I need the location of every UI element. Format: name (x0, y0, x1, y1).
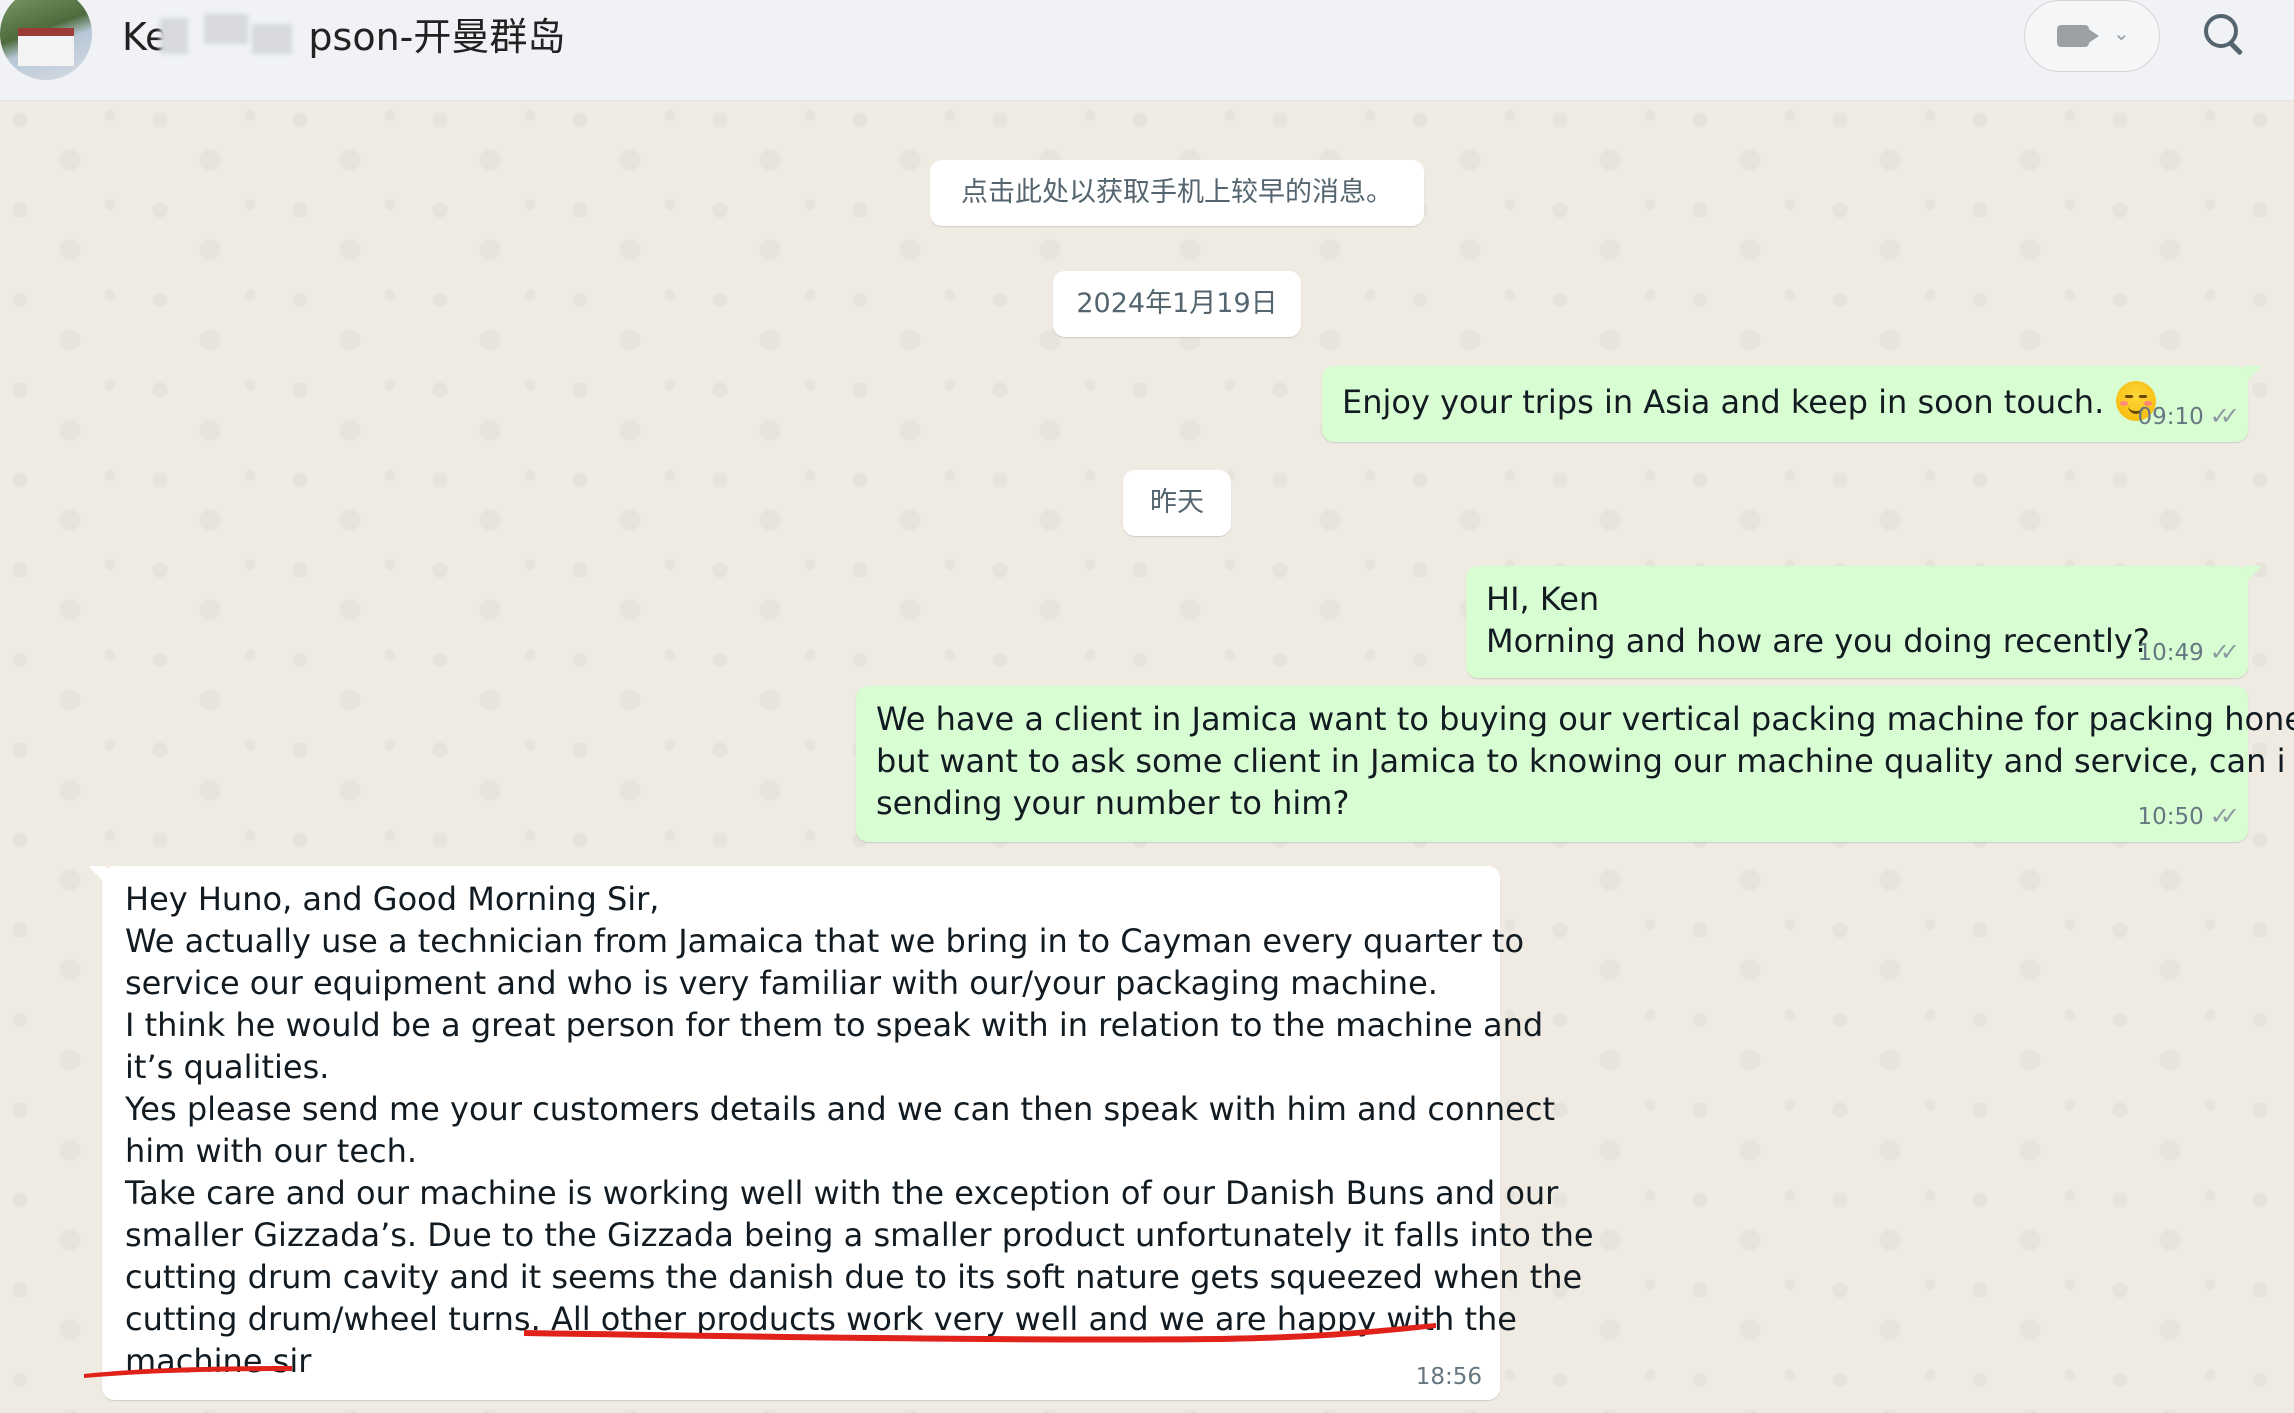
message-text: Morning and how are you doing recently? (1486, 622, 2150, 660)
outgoing-message[interactable]: Enjoy your trips in Asia and keep in soo… (1322, 366, 2262, 442)
contact-name[interactable]: Ke pson-开曼群岛 (122, 6, 565, 61)
message-text: Take care and our machine is working wel… (125, 1174, 1559, 1212)
search-button[interactable] (2200, 10, 2250, 60)
chevron-down-icon: ⌄ (2113, 21, 2130, 45)
message-text: smaller Gizzada’s. Due to the Gizzada be… (125, 1216, 1594, 1254)
message-text: Enjoy your trips in Asia and keep in soo… (1342, 383, 2105, 421)
read-receipt-icon: ✓✓ (2209, 402, 2240, 430)
date-separator: 昨天 (1123, 470, 1231, 536)
contact-avatar[interactable] (0, 0, 92, 80)
message-text: it’s qualities. (125, 1048, 330, 1086)
date-separator: 2024年1月19日 (1053, 271, 1301, 337)
read-receipt-icon: ✓✓ (2209, 638, 2240, 666)
redaction-blur (160, 18, 188, 54)
message-meta: 10:49 ✓✓ (2137, 638, 2240, 666)
redaction-blur (252, 24, 292, 54)
red-underline-annotation (84, 1323, 1436, 1378)
message-text: We have a client in Jamica want to buyin… (876, 700, 2294, 738)
message-text: service our equipment and who is very fa… (125, 964, 1438, 1002)
contact-name-end: pson-开曼群岛 (308, 15, 566, 59)
message-text: I think he would be a great person for t… (125, 1006, 1544, 1044)
outgoing-message[interactable]: We have a client in Jamica want to buyin… (856, 686, 2294, 842)
message-text: sending your number to him? (876, 784, 1350, 822)
search-icon-handle (2228, 40, 2244, 56)
redaction-blur (204, 14, 248, 44)
message-text: cutting drum cavity and it seems the dan… (125, 1258, 1583, 1296)
message-text: We actually use a technician from Jamaic… (125, 922, 1525, 960)
read-receipt-icon: ✓✓ (2209, 802, 2240, 830)
chat-header: Ke pson-开曼群岛 ⌄ (0, 0, 2294, 101)
video-call-button[interactable]: ⌄ (2024, 0, 2160, 72)
message-meta: 09:10 ✓✓ (2137, 402, 2240, 430)
message-text: Yes please send me your customers detail… (125, 1090, 1555, 1128)
message-text: HI, Ken (1486, 580, 1600, 618)
message-meta: 10:50 ✓✓ (2137, 802, 2240, 830)
outgoing-message[interactable]: HI, Ken Morning and how are you doing re… (1466, 566, 2262, 678)
message-time: 10:49 (2137, 640, 2204, 666)
video-camera-icon (2057, 25, 2099, 47)
message-text: but want to ask some client in Jamica to… (876, 742, 2286, 780)
message-text: Hey Huno, and Good Morning Sir, (125, 880, 660, 918)
message-text: him with our tech. (125, 1132, 418, 1170)
message-time: 10:50 (2137, 804, 2204, 830)
message-time: 09:10 (2137, 404, 2204, 430)
load-earlier-messages-button[interactable]: 点击此处以获取手机上较早的消息。 (930, 160, 1424, 226)
